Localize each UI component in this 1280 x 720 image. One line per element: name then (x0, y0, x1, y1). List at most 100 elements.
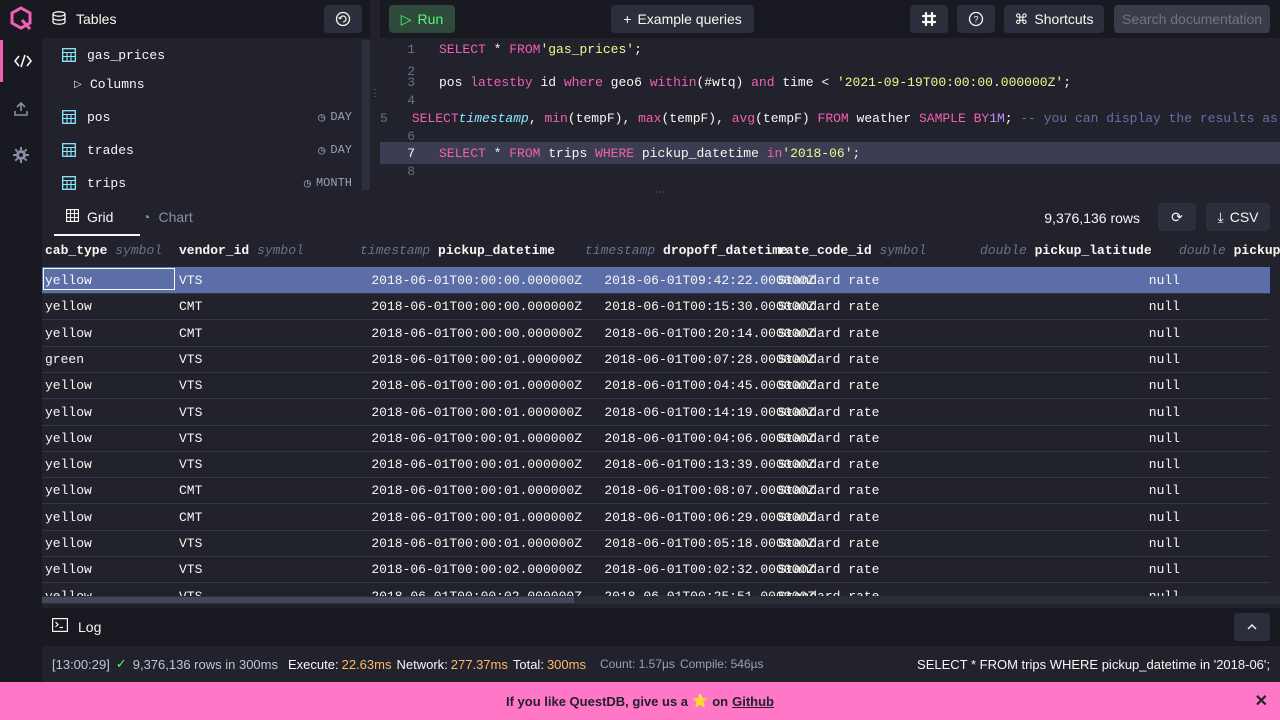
table-cell[interactable]: Standard rate (778, 326, 879, 341)
table-cell[interactable]: yellow (45, 431, 92, 446)
table-item-trades[interactable]: trades ◷ DAY (42, 137, 362, 163)
table-cell[interactable]: yellow (45, 536, 92, 551)
table-item-gas-prices[interactable]: gas_prices (42, 42, 362, 68)
table-cell[interactable]: green (45, 352, 84, 367)
table-cell[interactable]: 2018-06-01T00:00:02.000000Z (371, 562, 582, 577)
table-cell[interactable]: null (1149, 483, 1180, 498)
table-cell[interactable]: null (1149, 562, 1180, 577)
code-editor-icon[interactable] (0, 40, 42, 82)
table-cell[interactable]: VTS (179, 352, 202, 367)
table-cell[interactable]: null (1149, 405, 1180, 420)
slack-icon[interactable] (910, 5, 948, 33)
sql-editor[interactable]: 1 SELECT * FROM 'gas_prices'; 2 3 pos late… (380, 38, 1280, 188)
settings-gear-icon[interactable] (0, 134, 42, 176)
table-cell[interactable]: 2018-06-01T00:00:01.000000Z (371, 352, 582, 367)
table-cell[interactable]: yellow (45, 562, 92, 577)
table-cell[interactable]: Standard rate (778, 510, 879, 525)
table-cell[interactable]: VTS (179, 273, 202, 288)
table-cell[interactable]: CMT (179, 483, 202, 498)
refresh-tables-button[interactable] (324, 5, 362, 33)
table-cell[interactable]: yellow (45, 589, 92, 596)
table-cell[interactable]: 2018-06-01T00:00:01.000000Z (371, 431, 582, 446)
editor-line[interactable]: 8 (380, 160, 1280, 182)
editor-line[interactable]: 1 SELECT * FROM 'gas_prices'; (380, 38, 1280, 60)
column-header[interactable]: timestamp dropoff_datetime (585, 243, 788, 258)
table-row[interactable]: yellow CMT 2018-06-01T00:00:01.000000Z 2018… (42, 504, 1270, 531)
table-cell[interactable]: 2018-06-01T00:00:01.000000Z (371, 457, 582, 472)
table-item-trips[interactable]: trips ◷ MONTH (42, 170, 362, 196)
csv-download-button[interactable]: ⤓ CSV (1206, 203, 1270, 231)
tab-chart[interactable]: ◔ Chart (142, 198, 193, 236)
table-cell[interactable]: yellow (45, 299, 92, 314)
example-queries-button[interactable]: + Example queries (611, 5, 754, 33)
table-cell[interactable]: null (1149, 299, 1180, 314)
table-cell[interactable]: yellow (45, 326, 92, 341)
table-row[interactable]: yellow CMT 2018-06-01T00:00:00.000000Z 2018… (42, 293, 1270, 321)
table-row[interactable]: yellow VTS 2018-06-01T00:00:01.000000Z 2018… (42, 451, 1270, 479)
table-cell[interactable]: VTS (179, 589, 202, 596)
table-cell[interactable]: Standard rate (778, 589, 879, 596)
table-cell[interactable]: null (1149, 510, 1180, 525)
table-cell[interactable]: null (1149, 352, 1180, 367)
table-cell[interactable]: 2018-06-01T00:00:01.000000Z (371, 536, 582, 551)
table-cell[interactable]: yellow (45, 273, 92, 288)
table-cell[interactable]: 2018-06-01T00:00:00.000000Z (371, 273, 582, 288)
table-cell[interactable]: VTS (179, 405, 202, 420)
tables-scrollbar[interactable] (362, 40, 370, 190)
table-cell[interactable]: null (1149, 273, 1180, 288)
table-cell[interactable]: 2018-06-01T00:00:01.000000Z (371, 483, 582, 498)
table-row[interactable]: green VTS 2018-06-01T00:00:01.000000Z 2018-… (42, 346, 1270, 373)
table-cell[interactable]: null (1149, 457, 1180, 472)
table-cell[interactable]: Standard rate (778, 483, 879, 498)
table-cell[interactable]: CMT (179, 510, 202, 525)
search-documentation-input[interactable] (1114, 5, 1270, 33)
table-cell[interactable]: CMT (179, 326, 202, 341)
table-row[interactable]: yellow VTS 2018-06-01T00:00:01.000000Z 2018… (42, 425, 1270, 452)
table-row[interactable]: yellow VTS 2018-06-01T00:00:01.000000Z 2018… (42, 372, 1270, 400)
horizontal-resize-handle[interactable]: ⋯ (655, 187, 665, 198)
table-cell[interactable]: yellow (45, 457, 92, 472)
github-link[interactable]: Github (732, 694, 774, 709)
table-cell[interactable]: null (1149, 589, 1180, 596)
table-cell[interactable]: Standard rate (778, 352, 879, 367)
column-header[interactable]: rate_code_id symbol (778, 243, 926, 258)
close-banner-icon[interactable]: ✕ (1255, 691, 1268, 711)
tab-grid[interactable]: Grid (66, 198, 113, 236)
table-cell[interactable]: yellow (45, 510, 92, 525)
table-cell[interactable]: yellow (45, 378, 92, 393)
table-cell[interactable]: 2018-06-01T00:00:01.000000Z (371, 378, 582, 393)
table-row[interactable]: yellow VTS 2018-06-01T00:00:00.000000Z 2018… (42, 267, 1270, 294)
table-row[interactable]: yellow CMT 2018-06-01T00:00:00.000000Z 2018… (42, 320, 1270, 347)
table-cell[interactable]: Standard rate (778, 273, 879, 288)
table-cell[interactable]: Standard rate (778, 536, 879, 551)
table-cell[interactable]: VTS (179, 378, 202, 393)
shortcuts-button[interactable]: ⌘ Shortcuts (1004, 5, 1104, 33)
table-row[interactable]: yellow VTS 2018-06-01T00:00:01.000000Z 2018… (42, 530, 1270, 557)
table-row[interactable]: yellow CMT 2018-06-01T00:00:01.000000Z 2018… (42, 477, 1270, 505)
column-header[interactable]: cab_type symbol (45, 243, 162, 258)
table-cell[interactable]: Standard rate (778, 457, 879, 472)
table-cell[interactable]: CMT (179, 299, 202, 314)
table-cell[interactable]: VTS (179, 536, 202, 551)
table-row[interactable]: yellowVTS2018-06-01T00:00:02.000000Z2018… (42, 583, 1270, 596)
scrollbar-thumb[interactable] (42, 597, 574, 603)
table-cell[interactable]: 2018-06-01T00:00:00.000000Z (371, 299, 582, 314)
expand-log-button[interactable] (1234, 613, 1270, 641)
table-cell[interactable]: 2018-06-01T00:00:01.000000Z (371, 405, 582, 420)
table-cell[interactable]: VTS (179, 562, 202, 577)
table-cell[interactable]: null (1149, 378, 1180, 393)
run-button[interactable]: ▷ Run (389, 5, 455, 33)
upload-icon[interactable] (0, 88, 42, 130)
table-cell[interactable]: Standard rate (778, 405, 879, 420)
vertical-resize-handle[interactable]: ⋮ (370, 88, 380, 99)
column-header[interactable]: double pickup_latitude (980, 243, 1152, 258)
table-cell[interactable]: yellow (45, 405, 92, 420)
table-cell[interactable]: yellow (45, 483, 92, 498)
table-cell[interactable]: 2018-06-01T00:00:00.000000Z (371, 326, 582, 341)
table-item-pos[interactable]: pos ◷ DAY (42, 104, 362, 130)
table-cell[interactable]: Standard rate (778, 378, 879, 393)
table-cell[interactable]: null (1149, 431, 1180, 446)
column-header[interactable]: timestamp pickup_datetime (360, 243, 555, 258)
grid-horizontal-scrollbar[interactable] (42, 596, 1280, 604)
table-cell[interactable]: 2018-06-01T00:00:01.000000Z (371, 510, 582, 525)
